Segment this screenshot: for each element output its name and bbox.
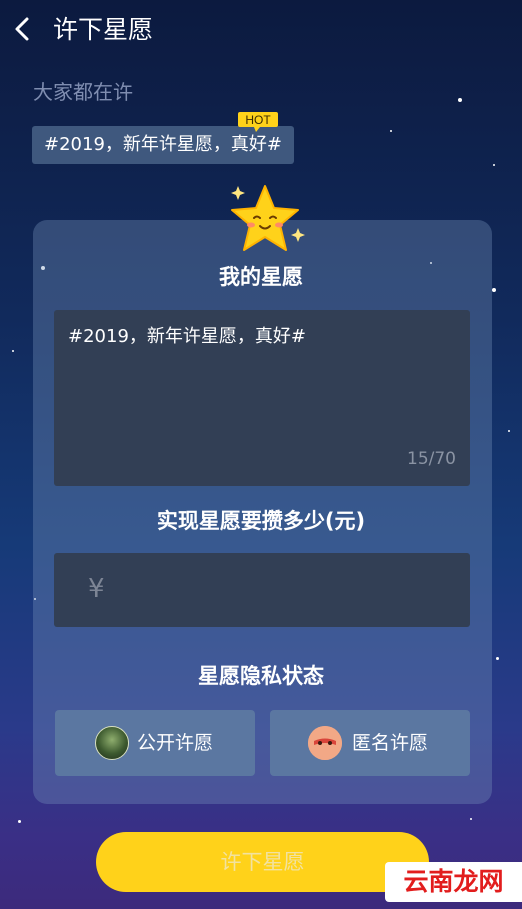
background-star xyxy=(470,818,472,820)
amount-heading: 实现星愿要攒多少(元) xyxy=(156,509,366,533)
anonymous-avatar-icon xyxy=(308,726,342,760)
star-mascot-icon xyxy=(220,180,310,260)
public-avatar-icon xyxy=(95,726,129,760)
background-star xyxy=(493,164,495,166)
background-star xyxy=(12,350,14,352)
trending-label: 大家都在许 xyxy=(33,80,133,104)
background-star xyxy=(458,98,462,102)
background-star xyxy=(390,130,392,132)
submit-wish-button[interactable]: 许下星愿 xyxy=(96,832,429,892)
anonymous-wish-label: 匿名许愿 xyxy=(352,732,429,754)
char-counter: 15/70 xyxy=(407,449,456,469)
background-star xyxy=(508,430,510,432)
chevron-left-icon xyxy=(15,17,29,41)
wish-text: #2019，新年许星愿，真好# xyxy=(68,326,306,347)
top-bar: 许下星愿 xyxy=(0,0,522,60)
public-wish-label: 公开许愿 xyxy=(137,732,214,754)
background-star xyxy=(18,820,21,823)
page-title: 许下星愿 xyxy=(53,15,154,44)
hot-badge: HOT xyxy=(236,110,280,134)
public-wish-option[interactable]: 公开许愿 xyxy=(55,710,255,776)
yen-symbol: ¥ xyxy=(88,574,105,604)
background-star xyxy=(496,657,499,660)
my-wish-heading: 我的星愿 xyxy=(219,265,303,289)
back-button[interactable] xyxy=(8,14,38,44)
watermark-logo: 云南龙网 xyxy=(385,862,522,902)
privacy-heading: 星愿隐私状态 xyxy=(198,664,324,688)
hot-badge-text: HOT xyxy=(245,113,271,127)
anonymous-wish-option[interactable]: 匿名许愿 xyxy=(270,710,470,776)
amount-input[interactable]: ¥ xyxy=(54,553,470,627)
wish-textarea[interactable]: #2019，新年许星愿，真好# 15/70 xyxy=(54,310,470,486)
